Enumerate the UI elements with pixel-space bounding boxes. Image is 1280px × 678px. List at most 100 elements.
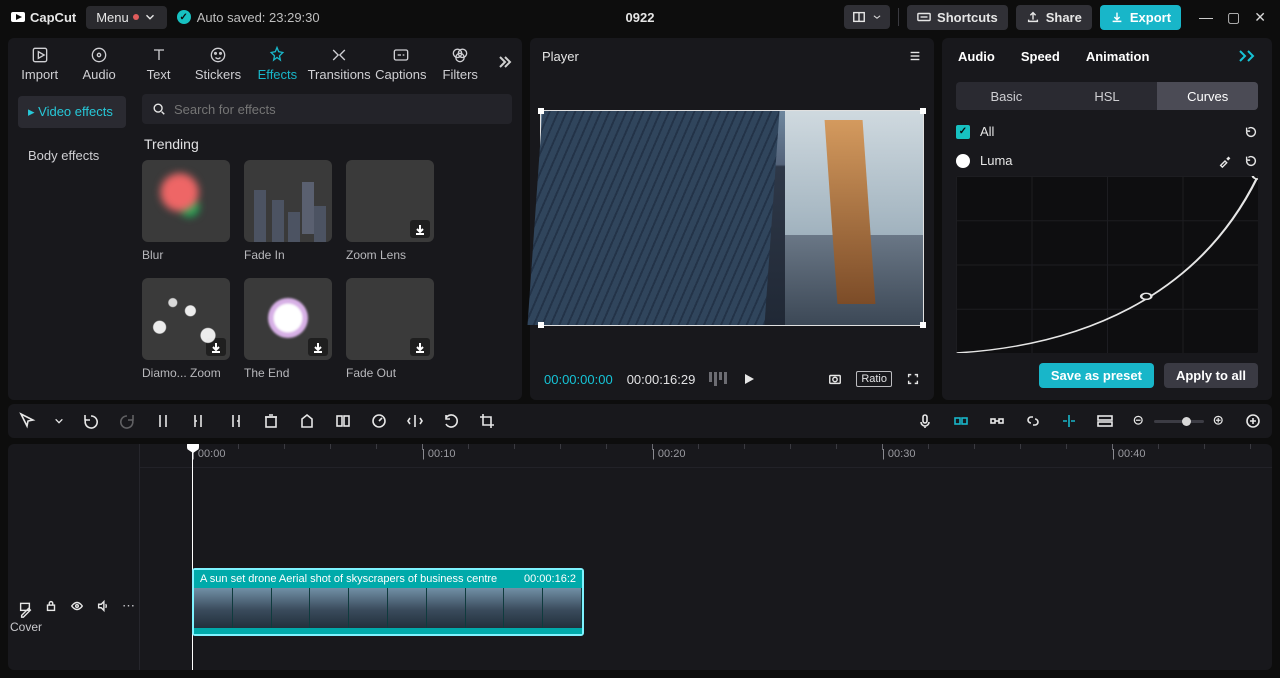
export-button[interactable]: Export: [1100, 5, 1181, 30]
effect-fade-out[interactable]: Fade Out: [346, 278, 434, 380]
mirror-button[interactable]: [406, 412, 424, 430]
video-clip[interactable]: A sun set drone Aerial shot of skyscrape…: [192, 568, 584, 636]
tab-stickers[interactable]: Stickers: [192, 45, 243, 86]
reset-icon[interactable]: [1244, 154, 1258, 168]
player-menu-icon[interactable]: [908, 49, 922, 63]
menu-button[interactable]: Menu: [86, 6, 167, 29]
cover-edit-icon[interactable]: [19, 604, 33, 618]
track-more-icon[interactable]: ⋯: [122, 598, 135, 614]
resize-handle[interactable]: [538, 322, 544, 328]
link-button[interactable]: [1024, 412, 1042, 430]
checkbox-checked-icon[interactable]: ✓: [956, 125, 970, 139]
share-button[interactable]: Share: [1016, 5, 1092, 30]
download-icon[interactable]: [410, 220, 430, 238]
effect-thumbnail[interactable]: [244, 278, 332, 360]
curve-path[interactable]: [956, 176, 1258, 353]
redo-button[interactable]: [118, 412, 136, 430]
track-mute-icon[interactable]: [96, 599, 110, 613]
tab-transitions[interactable]: Transitions: [311, 45, 367, 86]
curves-tab-curves[interactable]: Curves: [1157, 82, 1258, 110]
zoom-slider[interactable]: [1132, 414, 1226, 428]
effect-fade-in[interactable]: Fade In: [244, 160, 332, 262]
preview-axis-button[interactable]: [1060, 412, 1078, 430]
zoom-out-icon[interactable]: [1132, 414, 1146, 428]
trim-left-button[interactable]: [190, 412, 208, 430]
curves-editor[interactable]: [956, 176, 1258, 353]
apply-all-button[interactable]: Apply to all: [1164, 363, 1258, 388]
maximize-button[interactable]: ▢: [1227, 9, 1240, 26]
resize-handle[interactable]: [920, 108, 926, 114]
selection-tool[interactable]: [18, 412, 36, 430]
effect-the-end[interactable]: The End: [244, 278, 332, 380]
preview-canvas[interactable]: [540, 110, 924, 326]
reset-icon[interactable]: [1244, 125, 1258, 139]
track-lock-icon[interactable]: [44, 599, 58, 613]
zoom-thumb[interactable]: [1182, 417, 1191, 426]
effect-thumbnail[interactable]: [346, 160, 434, 242]
ratio-button[interactable]: Ratio: [856, 371, 892, 387]
effect-diamo-zoom[interactable]: Diamo... Zoom: [142, 278, 230, 380]
eyedropper-icon[interactable]: [1218, 154, 1232, 168]
effect-thumbnail[interactable]: [244, 160, 332, 242]
track-display-button[interactable]: [1096, 412, 1114, 430]
close-button[interactable]: ✕: [1254, 9, 1266, 26]
curves-tab-hsl[interactable]: HSL: [1057, 82, 1158, 110]
minimize-button[interactable]: —: [1199, 9, 1213, 26]
undo-button[interactable]: [82, 412, 100, 430]
tab-import[interactable]: Import: [14, 45, 65, 86]
effect-blur[interactable]: Blur: [142, 160, 230, 262]
download-icon[interactable]: [308, 338, 328, 356]
resize-handle[interactable]: [538, 108, 544, 114]
clip-duration: 00:00:16:2: [524, 573, 576, 585]
project-title[interactable]: 0922: [626, 10, 655, 25]
rotate-button[interactable]: [442, 412, 460, 430]
inspector-tab-animation[interactable]: Animation: [1086, 49, 1150, 64]
more-tabs-icon[interactable]: [494, 53, 512, 71]
curves-luma-row[interactable]: Luma: [956, 153, 1258, 168]
snap-button[interactable]: [952, 412, 970, 430]
track-visible-icon[interactable]: [70, 599, 84, 613]
tab-text[interactable]: Text: [133, 45, 184, 86]
selection-mode-dropdown[interactable]: [54, 416, 64, 426]
tab-filters[interactable]: Filters: [435, 45, 486, 86]
effect-zoom-lens[interactable]: Zoom Lens: [346, 160, 434, 262]
play-button[interactable]: [741, 371, 757, 387]
effect-thumbnail[interactable]: [142, 278, 230, 360]
speed-button[interactable]: [370, 412, 388, 430]
effect-thumbnail[interactable]: [142, 160, 230, 242]
split-button[interactable]: [154, 412, 172, 430]
inspector-tab-speed[interactable]: Speed: [1021, 49, 1060, 64]
search-input[interactable]: [174, 102, 502, 117]
zoom-track[interactable]: [1154, 420, 1204, 423]
effects-search[interactable]: [142, 94, 512, 124]
record-vo-button[interactable]: [916, 412, 934, 430]
shortcuts-button[interactable]: Shortcuts: [907, 5, 1008, 30]
tab-audio[interactable]: Audio: [73, 45, 124, 86]
resize-handle[interactable]: [920, 322, 926, 328]
layout-button[interactable]: [844, 5, 890, 29]
save-preset-button[interactable]: Save as preset: [1039, 363, 1154, 388]
crop-button[interactable]: [478, 412, 496, 430]
cover-label[interactable]: Cover: [10, 620, 42, 634]
curves-tab-basic[interactable]: Basic: [956, 82, 1057, 110]
inspector-tab-audio[interactable]: Audio: [958, 49, 995, 64]
playhead[interactable]: [192, 444, 193, 670]
subnav-body-effects[interactable]: Body effects: [18, 140, 126, 171]
fullscreen-button[interactable]: [906, 372, 920, 386]
magnet-button[interactable]: [988, 412, 1006, 430]
effect-thumbnail[interactable]: [346, 278, 434, 360]
tab-captions[interactable]: Captions: [375, 45, 426, 86]
tab-effects[interactable]: Effects: [252, 45, 303, 86]
subnav-video-effects[interactable]: ▸ Video effects: [18, 96, 126, 128]
curves-all-row[interactable]: ✓All: [956, 124, 1258, 139]
snapshot-button[interactable]: [828, 372, 842, 386]
delete-button[interactable]: [262, 412, 280, 430]
marker-button[interactable]: [298, 412, 316, 430]
frame-button[interactable]: [334, 412, 352, 430]
expand-panel-icon[interactable]: [1238, 49, 1256, 63]
trim-right-button[interactable]: [226, 412, 244, 430]
fit-timeline-button[interactable]: [1244, 412, 1262, 430]
zoom-in-icon[interactable]: [1212, 414, 1226, 428]
download-icon[interactable]: [410, 338, 430, 356]
download-icon[interactable]: [206, 338, 226, 356]
